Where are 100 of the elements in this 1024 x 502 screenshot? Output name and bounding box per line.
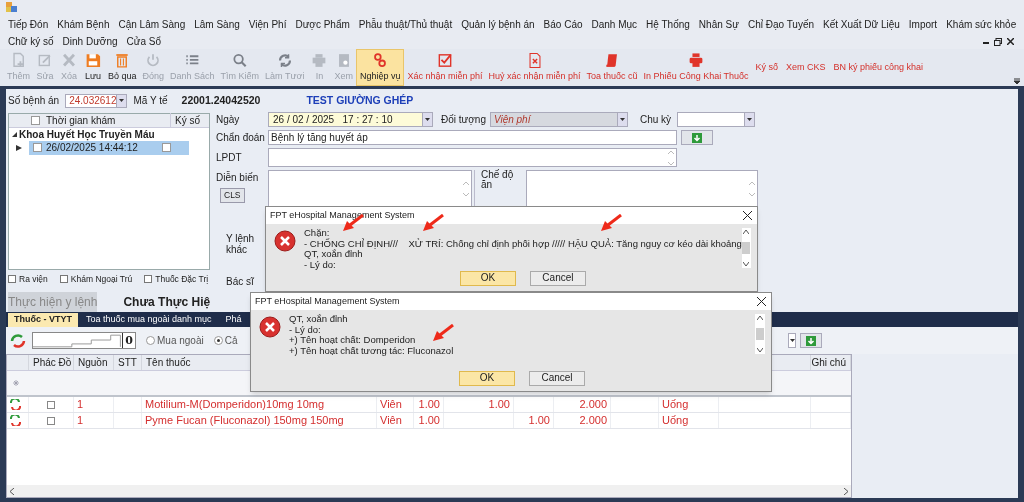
vertical-scrollbar[interactable] [741, 228, 751, 268]
dropdown-button[interactable] [788, 333, 796, 348]
swap-arrows-icon [10, 399, 21, 410]
toolbar-button[interactable]: BN ký phiếu công khai [829, 49, 928, 86]
table-cell-text: 1.00 [528, 413, 550, 429]
menu-item[interactable]: Cận Lâm Sàng [118, 16, 186, 32]
toolbar-button[interactable]: Toa thuốc cũ [583, 49, 641, 86]
diagnosis-field[interactable]: Bệnh lý tăng huyết áp [268, 130, 677, 145]
checkbox[interactable] [59, 275, 68, 284]
tab[interactable]: Toa thuốc mua ngoài danh mục [80, 313, 218, 327]
date-time-field[interactable]: 26 / 02 / 2025 17 : 27 : 10 [268, 112, 433, 127]
message-text: QT, xoắn đỉnh [304, 249, 363, 260]
field-label: Y lệnh khác [225, 233, 256, 255]
diet-field[interactable] [526, 170, 758, 208]
progress-notes-field[interactable] [268, 170, 472, 208]
horizontal-scrollbar[interactable] [7, 485, 851, 497]
toolbar-button[interactable]: Nghiệp vụ [355, 49, 405, 86]
tab[interactable]: Thuốc - VTYT [8, 313, 78, 327]
close-button[interactable] [741, 209, 753, 222]
dialog-button[interactable]: OK [459, 371, 515, 386]
dialog-button[interactable]: Cancel [529, 271, 586, 286]
table-cell-text: 1.00 [418, 397, 440, 413]
toolbar-button[interactable]: Xem CKS [782, 49, 830, 86]
menu-item[interactable]: Phẫu thuật/Thủ thuật [358, 16, 453, 32]
dialog-button[interactable]: OK [459, 271, 516, 286]
step-gauge-icon [33, 334, 123, 348]
menu-item[interactable]: Viện Phí [248, 16, 287, 32]
menu-item[interactable]: Lâm Sàng [194, 16, 240, 32]
checkbox[interactable] [8, 275, 16, 284]
menu-item[interactable]: Chữ ký số [8, 34, 54, 49]
column-header: Tên thuốc [146, 356, 191, 370]
scrollbar-thumb[interactable] [742, 242, 751, 254]
message-text: +) Tên hoạt chất tương tác: Fluconazol [289, 345, 454, 356]
quantity-stepper[interactable]: 0 [32, 332, 136, 349]
scroll-down-icon [757, 348, 763, 352]
toolbar-button[interactable]: Xác nhận miễn phí [404, 49, 486, 86]
dropdown-icon [119, 99, 125, 103]
visit-row[interactable]: 26/02/2025 14:44:12 [29, 140, 189, 155]
column-header: Ghi chú [811, 356, 846, 370]
table-cell-text: 1 [77, 397, 84, 413]
field-label: Mã Y tế [133, 94, 168, 109]
checkbox[interactable] [144, 275, 153, 284]
radio-button[interactable] [213, 336, 223, 345]
field-label: LPDT [216, 151, 243, 165]
payment-type-combo[interactable]: Viện phí [489, 112, 628, 127]
close-button[interactable] [755, 295, 767, 308]
toolbar-button[interactable]: Bỏ qua [105, 49, 140, 86]
menu-item[interactable]: Dinh Dưỡng [62, 34, 118, 49]
dialog-button[interactable]: Cancel [529, 371, 585, 386]
scroll-arrows-icon [463, 181, 469, 197]
menu-item[interactable]: Dược Phẩm [295, 16, 350, 32]
menu-item[interactable]: Kết Xuất Dữ Liệu [823, 16, 900, 32]
dropdown-icon [789, 339, 795, 342]
table-cell-text: Pyme Fucan (Fluconazol) 150mg 150mg [145, 413, 344, 429]
annotation-arrow [600, 214, 622, 232]
radio-button[interactable] [146, 336, 155, 345]
menu-item[interactable]: Khám sức khỏe [946, 16, 1017, 32]
menu-item[interactable]: Quản lý bệnh án [461, 16, 535, 32]
checkbox-label: Ra viện [19, 272, 48, 286]
checkbox[interactable] [31, 115, 40, 125]
table-cell-text: 2.000 [579, 397, 607, 413]
dropdown-icon [619, 118, 625, 121]
field-label: Bác sĩ [225, 275, 254, 289]
menu-item[interactable]: Khám Bệnh [57, 16, 110, 32]
toolbar-button[interactable]: Lưu [81, 49, 105, 86]
checkbox[interactable] [162, 143, 171, 153]
record-number-combo[interactable]: 24.032612 [65, 93, 128, 108]
dropdown-icon [425, 118, 430, 121]
add-button[interactable] [681, 130, 713, 145]
toolbar-button[interactable]: In Phiếu Công Khai Thuốc [640, 49, 752, 86]
menu-item[interactable]: Hệ Thống [646, 16, 690, 32]
checkbox-label: Khám Ngoại Trú [70, 272, 133, 286]
scroll-up-icon [757, 316, 763, 320]
menu-item[interactable]: Báo Cáo [543, 16, 583, 32]
checkbox[interactable] [47, 400, 55, 409]
scrollbar-thumb[interactable] [756, 328, 764, 340]
radio-label: Mua ngoài [157, 334, 204, 348]
menu-item[interactable]: Cửa Sổ [126, 34, 162, 49]
menu-item[interactable]: Tiếp Đón [8, 16, 49, 32]
bed-note: TEST GIƯỜNG GHÉP [306, 93, 414, 108]
menu-item[interactable]: Chỉ Đạo Tuyến [747, 16, 815, 32]
toolbar-button[interactable]: Huỷ xác nhận miễn phí [485, 49, 584, 86]
cls-button[interactable]: CLS [220, 188, 245, 203]
table-cell-text: Uống [662, 413, 689, 429]
overflow-icon [1014, 78, 1020, 84]
vertical-scrollbar[interactable] [755, 314, 765, 354]
menu-item[interactable]: Danh Mục [591, 16, 638, 32]
checkbox[interactable] [47, 416, 55, 425]
refresh-icon [10, 333, 26, 348]
message-text: - Lý do: [304, 259, 336, 270]
checkbox[interactable] [33, 143, 42, 153]
toolbar-button[interactable]: Ký số [751, 49, 783, 86]
menu-item[interactable]: Import [908, 16, 938, 32]
menu-item[interactable]: Nhân Sự [698, 16, 739, 32]
column-header: STT [118, 356, 137, 370]
tab[interactable]: Phá [219, 313, 248, 327]
lpdt-field[interactable] [268, 148, 677, 167]
scroll-arrows-icon [749, 181, 755, 197]
scroll-right-icon [844, 487, 848, 495]
cycle-combo[interactable] [677, 112, 756, 127]
